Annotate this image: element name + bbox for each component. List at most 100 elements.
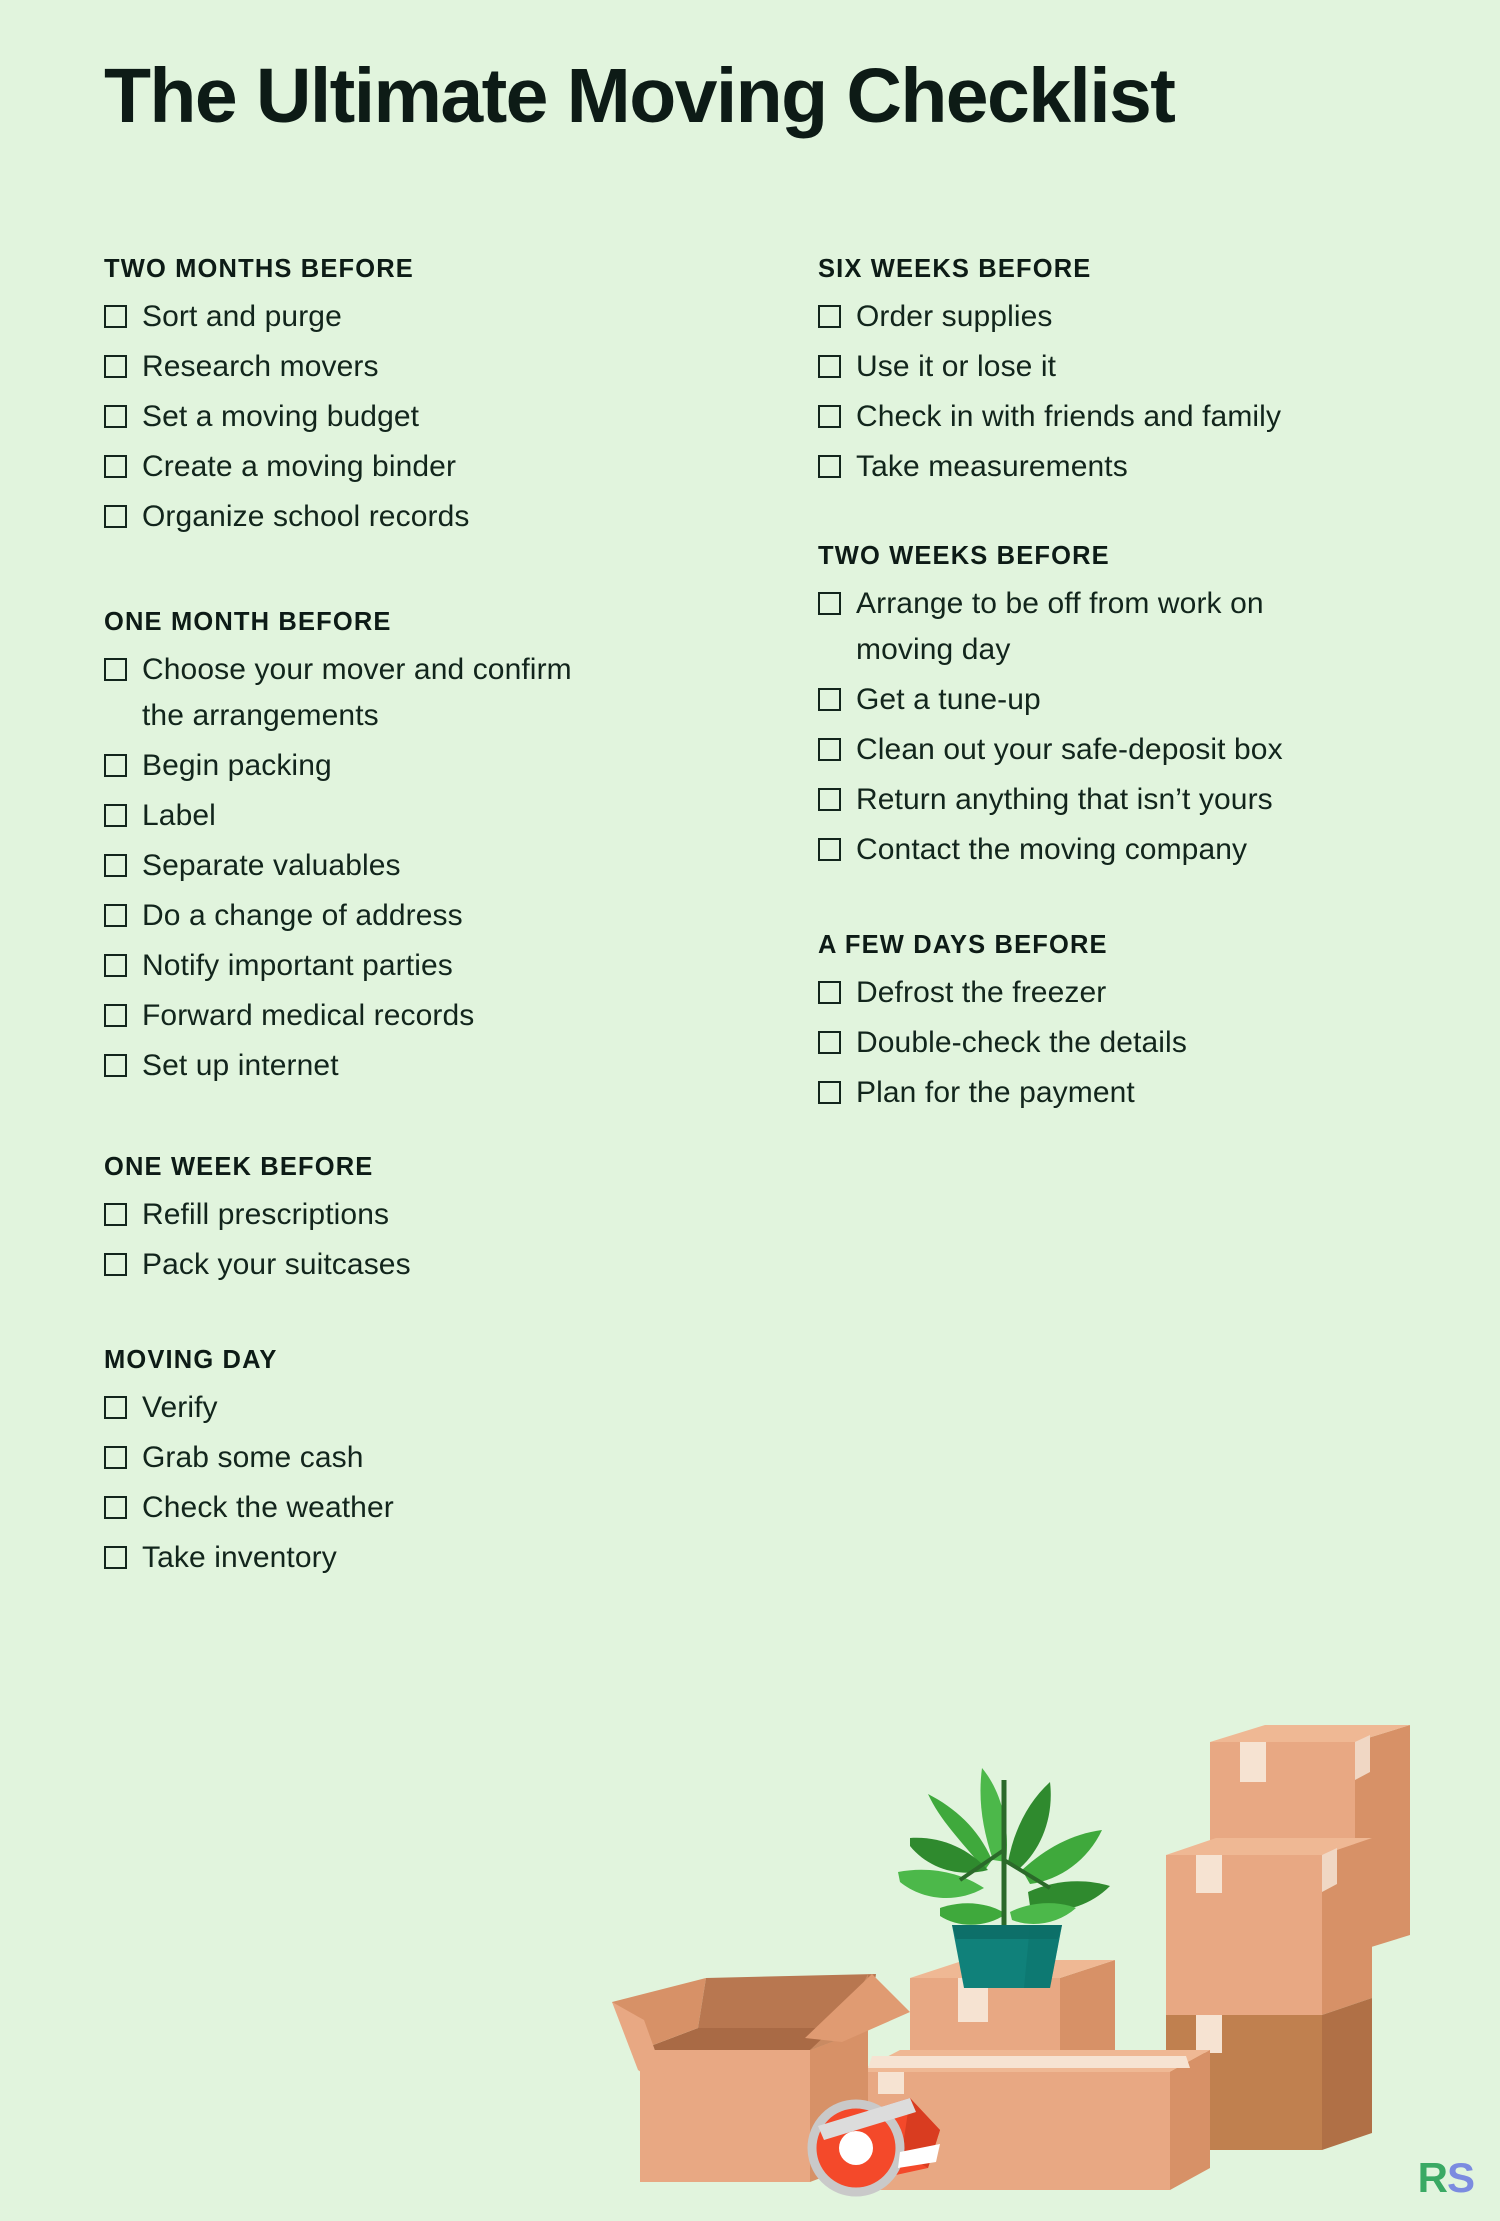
checklist-item[interactable]: Take measurements [818,444,1318,490]
checklist-item[interactable]: Refill prescriptions [104,1192,574,1238]
checklist-item[interactable]: Take inventory [104,1535,574,1581]
checkbox-icon[interactable] [818,1081,841,1104]
checkbox-icon[interactable] [104,1546,127,1569]
checklist-item[interactable]: Label [104,793,574,839]
checklist-item-label: Separate valuables [142,849,401,882]
checklist-section-moving-day: MOVING DAY Verify Grab some cash Check the … [104,1346,574,1581]
checkbox-icon[interactable] [104,904,127,927]
checkbox-icon[interactable] [104,505,127,528]
checkbox-icon[interactable] [818,688,841,711]
checkbox-icon[interactable] [104,455,127,478]
checklist-item[interactable]: Sort and purge [104,294,574,340]
checklist-item-label: Forward medical records [142,999,475,1032]
checklist-column-left: TWO MONTHS BEFORE Sort and purge Research … [104,255,574,1585]
checklist-item[interactable]: Contact the moving company [818,827,1318,873]
checklist-item[interactable]: Defrost the freezer [818,970,1318,1016]
checklist-item[interactable]: Create a moving binder [104,444,574,490]
checklist-item-label: Check the weather [142,1491,394,1524]
page-title: The Ultimate Moving Checklist [104,53,1176,139]
moving-boxes-illustration [610,1720,1500,2200]
checkbox-icon[interactable] [104,1203,127,1226]
logo-letter-r: R [1417,2154,1448,2201]
checklist-item[interactable]: Clean out your safe-deposit box [818,727,1318,773]
checklist-item[interactable]: Separate valuables [104,843,574,889]
checklist-item[interactable]: Organize school records [104,494,574,540]
checklist-item[interactable]: Double-check the details [818,1020,1318,1066]
checkbox-icon[interactable] [104,804,127,827]
checklist-item[interactable]: Do a change of address [104,893,574,939]
checkbox-icon[interactable] [818,355,841,378]
checkbox-icon[interactable] [818,788,841,811]
potted-plant [898,1768,1110,1988]
checklist-item[interactable]: Arrange to be off from work on moving da… [818,581,1318,673]
section-heading: ONE MONTH BEFORE [104,608,392,636]
checklist-item[interactable]: Get a tune-up [818,677,1318,723]
checkbox-icon[interactable] [818,838,841,861]
checklist-items: Refill prescriptions Pack your suitcases [104,1192,574,1288]
checklist-item[interactable]: Research movers [104,344,574,390]
checklist-item-label: Use it or lose it [856,350,1057,383]
checkbox-icon[interactable] [104,1446,127,1469]
checklist-item[interactable]: Use it or lose it [818,344,1318,390]
section-heading: A FEW DAYS BEFORE [818,931,1108,959]
checkbox-icon[interactable] [104,355,127,378]
checkbox-icon[interactable] [818,455,841,478]
checkbox-icon[interactable] [104,1253,127,1276]
section-heading: ONE WEEK BEFORE [104,1153,374,1181]
checklist-items: Arrange to be off from work on moving da… [818,581,1318,873]
checklist-item[interactable]: Plan for the payment [818,1070,1318,1116]
checklist-column-right: SIX WEEKS BEFORE Order supplies Use it or … [818,255,1318,1120]
checkbox-icon[interactable] [818,981,841,1004]
checkbox-icon[interactable] [104,754,127,777]
checkbox-icon[interactable] [818,1031,841,1054]
box-right-upper [1166,1838,1372,2015]
checkbox-icon[interactable] [818,405,841,428]
checklist-poster: The Ultimate Moving Checklist TWO MONTHS… [0,0,1500,2221]
checklist-item-label: Take inventory [142,1541,337,1574]
checkbox-icon[interactable] [818,305,841,328]
logo-letter-s: S [1446,2154,1475,2201]
checklist-item[interactable]: Forward medical records [104,993,574,1039]
checkbox-icon[interactable] [104,405,127,428]
checklist-item-label: Sort and purge [142,300,342,333]
checkbox-icon[interactable] [104,1004,127,1027]
checklist-item-label: Research movers [142,350,379,383]
checklist-item-label: Choose your mover and confirm the arrang… [142,653,572,732]
checklist-section-two-months-before: TWO MONTHS BEFORE Sort and purge Research … [104,255,574,540]
checkbox-icon[interactable] [104,658,127,681]
checklist-item-label: Grab some cash [142,1441,364,1474]
checkbox-icon[interactable] [818,738,841,761]
checkbox-icon[interactable] [104,1396,127,1419]
checklist-item[interactable]: Pack your suitcases [104,1242,574,1288]
checklist-item[interactable]: Check the weather [104,1485,574,1531]
checklist-item[interactable]: Order supplies [818,294,1318,340]
checklist-item-label: Set a moving budget [142,400,420,433]
checklist-item[interactable]: Notify important parties [104,943,574,989]
checklist-item-label: Take measurements [856,450,1128,483]
checkbox-icon[interactable] [104,1496,127,1519]
checklist-item[interactable]: Return anything that isn’t yours [818,777,1318,823]
checklist-item-label: Do a change of address [142,899,463,932]
checkbox-icon[interactable] [818,592,841,615]
checkbox-icon[interactable] [104,954,127,977]
checklist-item[interactable]: Check in with friends and family [818,394,1318,440]
section-heading: MOVING DAY [104,1346,278,1374]
checklist-item-label: Check in with friends and family [856,400,1282,433]
checklist-item[interactable]: Begin packing [104,743,574,789]
checklist-item-label: Organize school records [142,500,470,533]
checklist-item[interactable]: Set up internet [104,1043,574,1089]
checklist-item[interactable]: Set a moving budget [104,394,574,440]
checklist-item[interactable]: Grab some cash [104,1435,574,1481]
checklist-item[interactable]: Choose your mover and confirm the arrang… [104,647,574,739]
checkbox-icon[interactable] [104,1054,127,1077]
checklist-item[interactable]: Verify [104,1385,574,1431]
checklist-item-label: Get a tune-up [856,683,1041,716]
checklist-section-six-weeks-before: SIX WEEKS BEFORE Order supplies Use it or … [818,255,1318,490]
section-heading: TWO MONTHS BEFORE [104,255,414,283]
checklist-section-one-week-before: ONE WEEK BEFORE Refill prescriptions Pack … [104,1153,574,1288]
checkbox-icon[interactable] [104,305,127,328]
checkbox-icon[interactable] [104,854,127,877]
section-heading: TWO WEEKS BEFORE [818,542,1110,570]
checklist-items: Defrost the freezer Double-check the deta… [818,970,1318,1116]
checklist-item-label: Defrost the freezer [856,976,1107,1009]
